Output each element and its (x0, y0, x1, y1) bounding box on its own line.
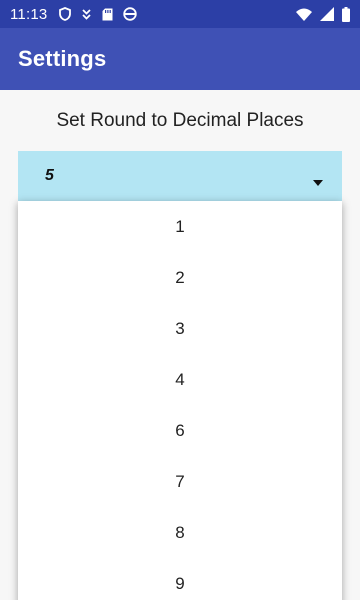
signal-icon (320, 7, 334, 21)
wifi-icon (296, 8, 312, 21)
download-icon (81, 8, 92, 21)
shield-icon (59, 7, 72, 21)
sd-card-icon (102, 8, 113, 21)
settings-content: Set Round to Decimal Places 5 1 2 3 4 6 … (0, 90, 360, 600)
dropdown-menu[interactable]: 1 2 3 4 6 7 8 9 (18, 201, 342, 600)
spinner-selected-value: 5 (45, 167, 54, 184)
dropdown-option[interactable]: 2 (18, 252, 342, 303)
app-bar: Settings (0, 28, 360, 90)
dropdown-option[interactable]: 9 (18, 558, 342, 600)
status-left-icons (59, 7, 138, 21)
circle-icon (123, 7, 138, 21)
dropdown-arrow-icon[interactable] (313, 173, 323, 191)
dropdown-option[interactable]: 6 (18, 405, 342, 456)
decimal-places-label: Set Round to Decimal Places (56, 110, 304, 131)
status-right-icons (296, 6, 350, 22)
dropdown-option[interactable]: 1 (18, 201, 342, 252)
dropdown-option[interactable]: 3 (18, 303, 342, 354)
page-title: Settings (18, 46, 107, 71)
dropdown-option[interactable]: 7 (18, 456, 342, 507)
battery-icon (342, 6, 350, 22)
decimal-places-spinner[interactable]: 5 (18, 151, 342, 201)
status-bar: 11:13 (0, 0, 360, 28)
dropdown-option[interactable]: 8 (18, 507, 342, 558)
status-time: 11:13 (10, 5, 48, 23)
dropdown-option[interactable]: 4 (18, 354, 342, 405)
